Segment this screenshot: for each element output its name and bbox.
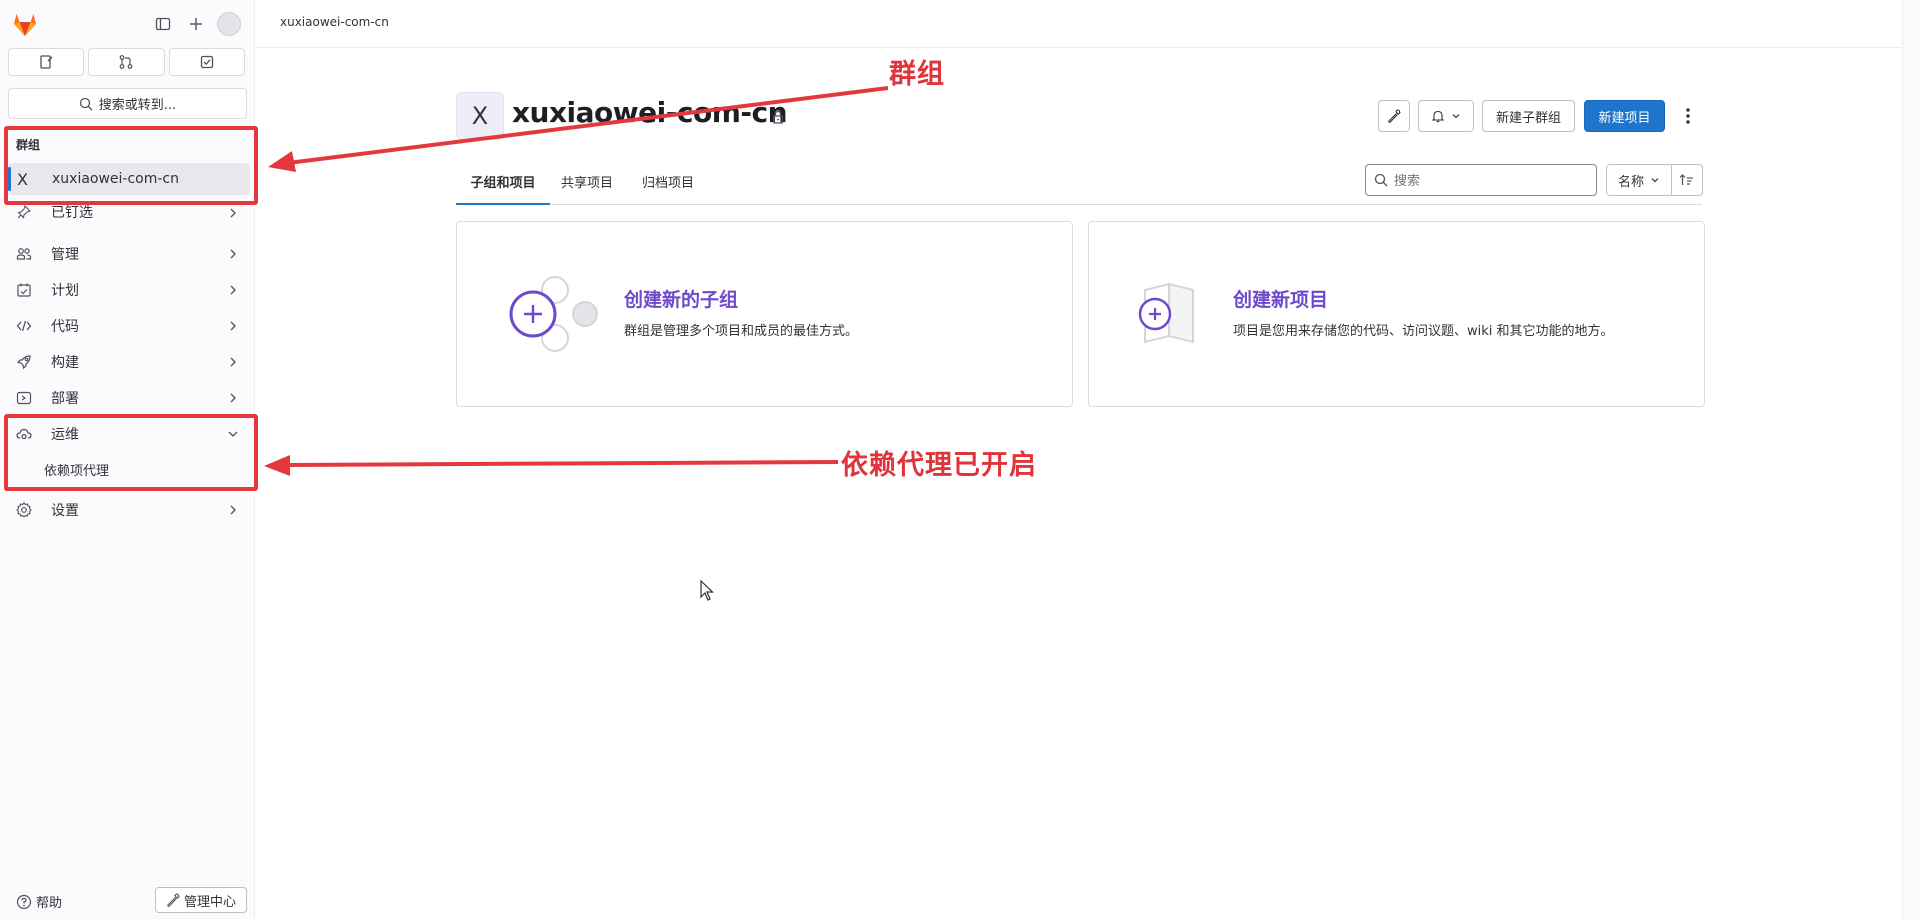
search-icon [1374,173,1388,187]
help-button[interactable]: 帮助 [16,892,62,911]
plus-icon[interactable] [184,12,208,36]
code-icon [16,318,32,334]
search-field [1365,164,1597,196]
sidebar-item-plan[interactable]: 计划 [8,274,250,306]
search-input[interactable] [1392,169,1592,193]
chevron-right-icon [230,505,236,515]
quick-actions [8,48,248,78]
new-project-button[interactable]: 新建项目 [1584,100,1665,132]
sidebar-item-label: 部署 [51,391,79,407]
chevron-right-icon [230,249,236,259]
avatar[interactable] [217,12,241,36]
subgroup-illustration-icon [509,276,598,352]
pin-icon [16,204,32,220]
merge-requests-button[interactable] [88,48,165,76]
card-title[interactable]: 创建新项目 [1233,285,1328,312]
annotation-label-group: 群组 [889,59,945,90]
tab-subgroups-and-projects[interactable]: 子组和项目 [456,172,550,205]
wrench-icon [1388,109,1401,123]
sidebar-footer: 帮助 管理中心 [0,884,255,916]
sidebar-item-code[interactable]: 代码 [8,310,250,342]
scrollbar[interactable] [1902,0,1920,919]
issues-button[interactable] [8,48,85,76]
lock-icon [772,110,784,124]
todo-icon [200,55,213,69]
card-description: 群组是管理多个项目和成员的最佳方式。 [624,324,859,339]
tab-shared-projects[interactable]: 共享项目 [561,172,613,204]
chevron-right-icon [230,357,236,367]
mouse-cursor-icon [700,580,714,601]
new-subgroup-button[interactable]: 新建子群组 [1482,100,1575,132]
admin-label: 管理中心 [183,894,236,910]
project-illustration-icon [1138,282,1194,344]
sort-dropdown[interactable]: 名称 [1606,164,1672,196]
search-or-goto-button[interactable]: 搜索或转到... [8,88,247,119]
sidebar-item-label: 已钉选 [51,205,93,221]
issues-icon [40,55,53,69]
more-actions-icon[interactable] [1676,104,1700,128]
arrow-head-icon [268,151,296,172]
sort-label: 名称 [1617,174,1644,190]
chevron-down-icon [1452,114,1460,119]
breadcrumb[interactable]: xuxiaowei-com-cn [280,15,389,29]
sidebar-item-label: 管理 [51,247,79,263]
sidebar-item-label: 计划 [51,283,79,299]
chevron-right-icon [230,393,236,403]
sort-ascending-icon [1679,174,1693,185]
top-bar: xuxiaowei-com-cn [256,0,1920,48]
wrench-icon [167,893,180,907]
deploy-icon [16,390,32,406]
search-label: 搜索或转到... [98,98,177,113]
sidebar-item-manage[interactable]: 管理 [8,238,250,270]
search-icon [79,97,93,110]
sidebar-item-settings[interactable]: 设置 [8,494,250,526]
todos-button[interactable] [168,48,245,76]
notifications-button[interactable] [1418,100,1474,132]
gitlab-logo-icon[interactable] [10,10,40,38]
help-label: 帮助 [36,896,63,911]
create-subgroup-card[interactable]: 创建新的子组 群组是管理多个项目和成员的最佳方式。 [456,221,1073,407]
tab-archived-projects[interactable]: 归档项目 [642,172,694,204]
sidebar-item-label: 构建 [51,355,79,371]
annotation-box-operate [4,414,258,491]
sidebar-toggle-icon[interactable] [151,12,175,36]
settings-icon [16,502,32,518]
bell-icon [1431,110,1445,123]
sidebar-item-label: 设置 [51,503,79,519]
annotation-label-dependency-proxy: 依赖代理已开启 [841,450,1037,481]
group-avatar: X [456,92,504,140]
card-title[interactable]: 创建新的子组 [624,285,738,312]
card-description: 项目是您用来存储您的代码、访问议题、wiki 和其它功能的地方。 [1233,324,1614,339]
users-icon [16,246,32,262]
chevron-right-icon [230,321,236,331]
help-icon [16,894,32,909]
sidebar-item-deploy[interactable]: 部署 [8,382,250,414]
merge-request-icon [120,55,133,69]
create-project-card[interactable]: 创建新项目 项目是您用来存储您的代码、访问议题、wiki 和其它功能的地方。 [1088,221,1705,407]
planning-icon [16,282,32,298]
sidebar-item-label: 代码 [51,319,79,335]
rocket-icon [16,354,32,370]
sidebar-header [0,0,255,48]
chevron-right-icon [230,208,236,218]
sort-direction-button[interactable] [1671,164,1703,196]
chevron-right-icon [230,285,236,295]
annotation-box-group [4,126,258,205]
arrow-head-icon [264,455,290,476]
admin-area-button[interactable]: 管理中心 [155,887,247,913]
settings-wrench-button[interactable] [1378,100,1410,132]
chevron-down-icon [1651,178,1659,183]
sidebar-item-build[interactable]: 构建 [8,346,250,378]
page-title: xuxiaowei-com-cn [512,96,788,129]
